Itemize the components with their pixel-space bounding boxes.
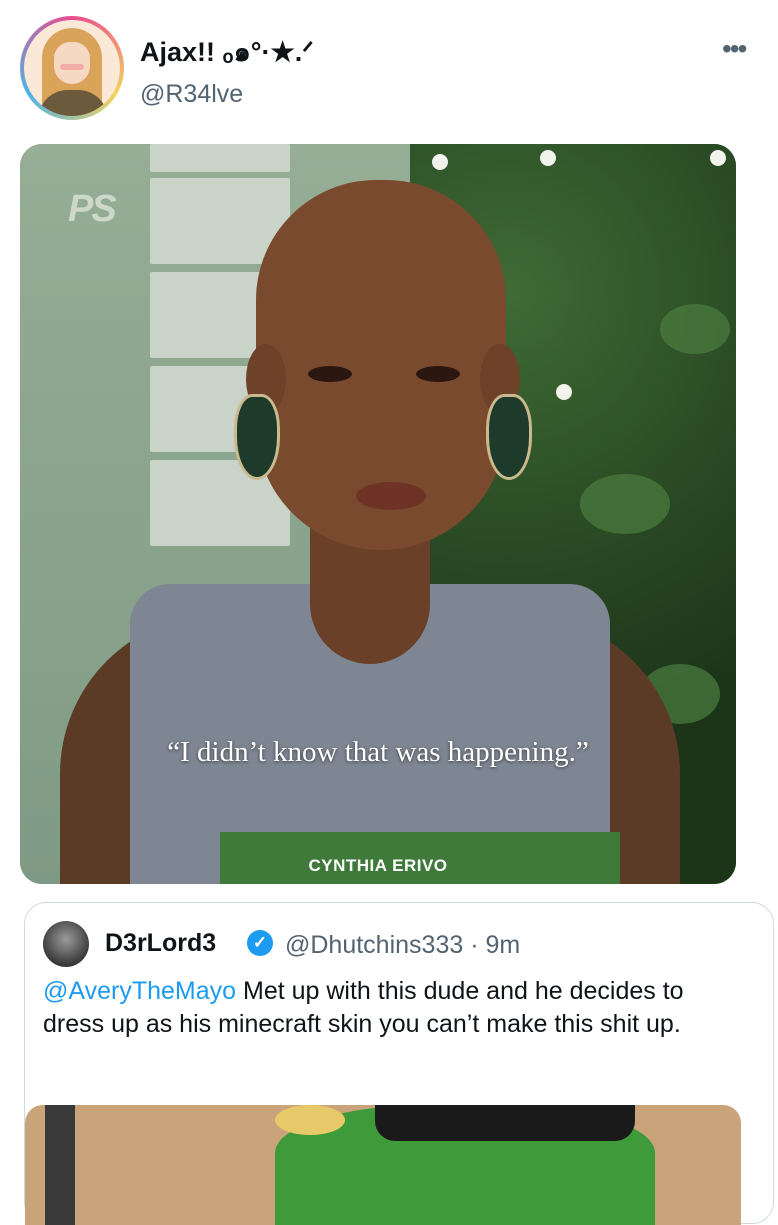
quoted-tweet[interactable]: D3rLord3 ✓ @Dhutchins333 · 9m @AveryTheM…	[24, 902, 774, 1225]
quoted-tweet-photo[interactable]	[25, 1105, 741, 1225]
photo-caption: CYNTHIA ERIVO	[308, 856, 448, 875]
quoted-author-handle: @Dhutchins333 · 9m	[285, 931, 521, 959]
author-display-name[interactable]: Ajax!! ₒ๑°·★.ᐟ	[140, 30, 314, 73]
mention-link[interactable]: @AveryTheMayo	[43, 977, 236, 1005]
quoted-author-avatar[interactable]	[43, 921, 89, 967]
more-options-icon[interactable]: •••	[722, 35, 747, 63]
avatar-image	[24, 20, 120, 116]
tweet-header: Ajax!! ₒ๑°·★.ᐟ @R34lve •••	[0, 0, 778, 140]
author-avatar[interactable]	[20, 16, 124, 120]
quoted-author-name: D3rLord3	[105, 929, 217, 957]
verified-badge-icon: ✓	[247, 930, 273, 956]
watermark-logo: PS	[68, 188, 117, 230]
photo-quote-text: “I didn’t know that was happening.”	[167, 736, 589, 768]
author-handle[interactable]: @R34lve	[140, 80, 243, 109]
tweet-photo[interactable]: PS “I didn’t know that was happening.” C…	[20, 144, 736, 884]
quoted-tweet-text: @AveryTheMayo Met up with this dude and …	[43, 975, 743, 1041]
